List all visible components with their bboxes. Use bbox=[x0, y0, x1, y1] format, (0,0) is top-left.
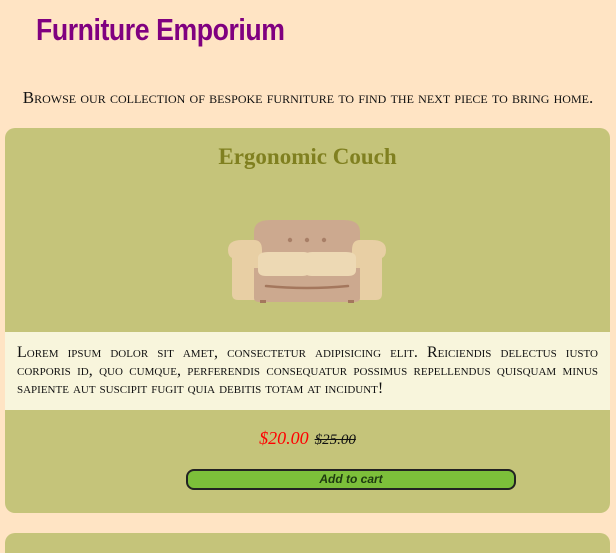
price-row: $20.00 $25.00 bbox=[5, 428, 610, 449]
intro-text: Browse our collection of bespoke furnitu… bbox=[22, 88, 594, 107]
couch-icon bbox=[228, 220, 386, 303]
product-card: Ergonomic Couch Lorem ipsum dolor sit am… bbox=[5, 128, 610, 513]
next-product-card bbox=[5, 533, 610, 553]
add-to-cart-button[interactable]: Add to cart bbox=[186, 469, 516, 490]
sale-price: $20.00 bbox=[259, 428, 309, 448]
site-title: Furniture Emporium bbox=[36, 12, 285, 47]
original-price: $25.00 bbox=[314, 432, 356, 448]
product-description: Lorem ipsum dolor sit amet, consectetur … bbox=[5, 332, 610, 410]
product-name: Ergonomic Couch bbox=[218, 144, 397, 169]
